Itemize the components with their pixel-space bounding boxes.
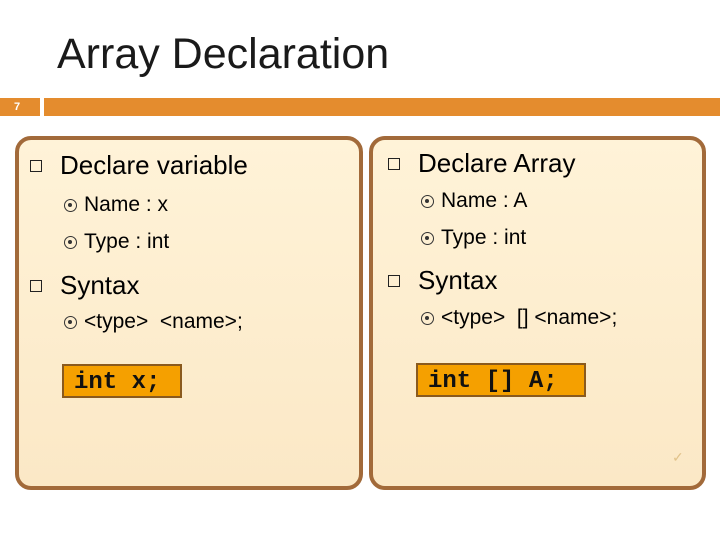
right-heading-syntax: Syntax — [388, 265, 498, 296]
target-bullet-icon — [421, 194, 434, 208]
left-code-box: int x; — [62, 364, 182, 398]
right-name-item: Name : A — [421, 189, 527, 213]
target-bullet-icon — [64, 315, 77, 329]
right-name-text: Name : A — [441, 189, 528, 212]
right-heading-declare-array: Declare Array — [388, 148, 576, 179]
target-bullet-icon — [421, 231, 434, 245]
target-bullet-icon — [64, 235, 77, 249]
left-name-text: Name : x — [84, 193, 169, 216]
right-syntax-item: <type> [] <name>; — [421, 306, 617, 330]
title-rule — [44, 98, 720, 116]
right-syntax-text: <type> [] <name>; — [441, 306, 618, 329]
left-type-item: Type : int — [64, 230, 169, 254]
square-bullet-icon — [30, 279, 42, 292]
right-type-item: Type : int — [421, 226, 526, 250]
left-heading-syntax: Syntax — [30, 270, 140, 301]
slide-title: Array Declaration — [57, 30, 390, 78]
right-heading1-text: Declare Array — [418, 148, 576, 178]
target-bullet-icon — [64, 198, 77, 212]
right-type-text: Type : int — [441, 226, 527, 249]
square-bullet-icon — [388, 274, 400, 287]
left-syntax-item: <type> <name>; — [64, 310, 243, 334]
left-heading2-text: Syntax — [60, 270, 140, 300]
slide-number: 7 — [0, 98, 40, 116]
left-heading-declare-variable: Declare variable — [30, 150, 248, 181]
right-code-box: int [] A; — [416, 363, 586, 397]
right-heading2-text: Syntax — [418, 265, 498, 295]
left-syntax-text: <type> <name>; — [84, 310, 243, 333]
left-type-text: Type : int — [84, 230, 170, 253]
left-name-item: Name : x — [64, 193, 168, 217]
square-bullet-icon — [388, 157, 400, 170]
left-heading1-text: Declare variable — [60, 150, 248, 180]
check-mark-icon: ✓ — [672, 449, 684, 465]
square-bullet-icon — [30, 159, 42, 172]
target-bullet-icon — [421, 311, 434, 325]
